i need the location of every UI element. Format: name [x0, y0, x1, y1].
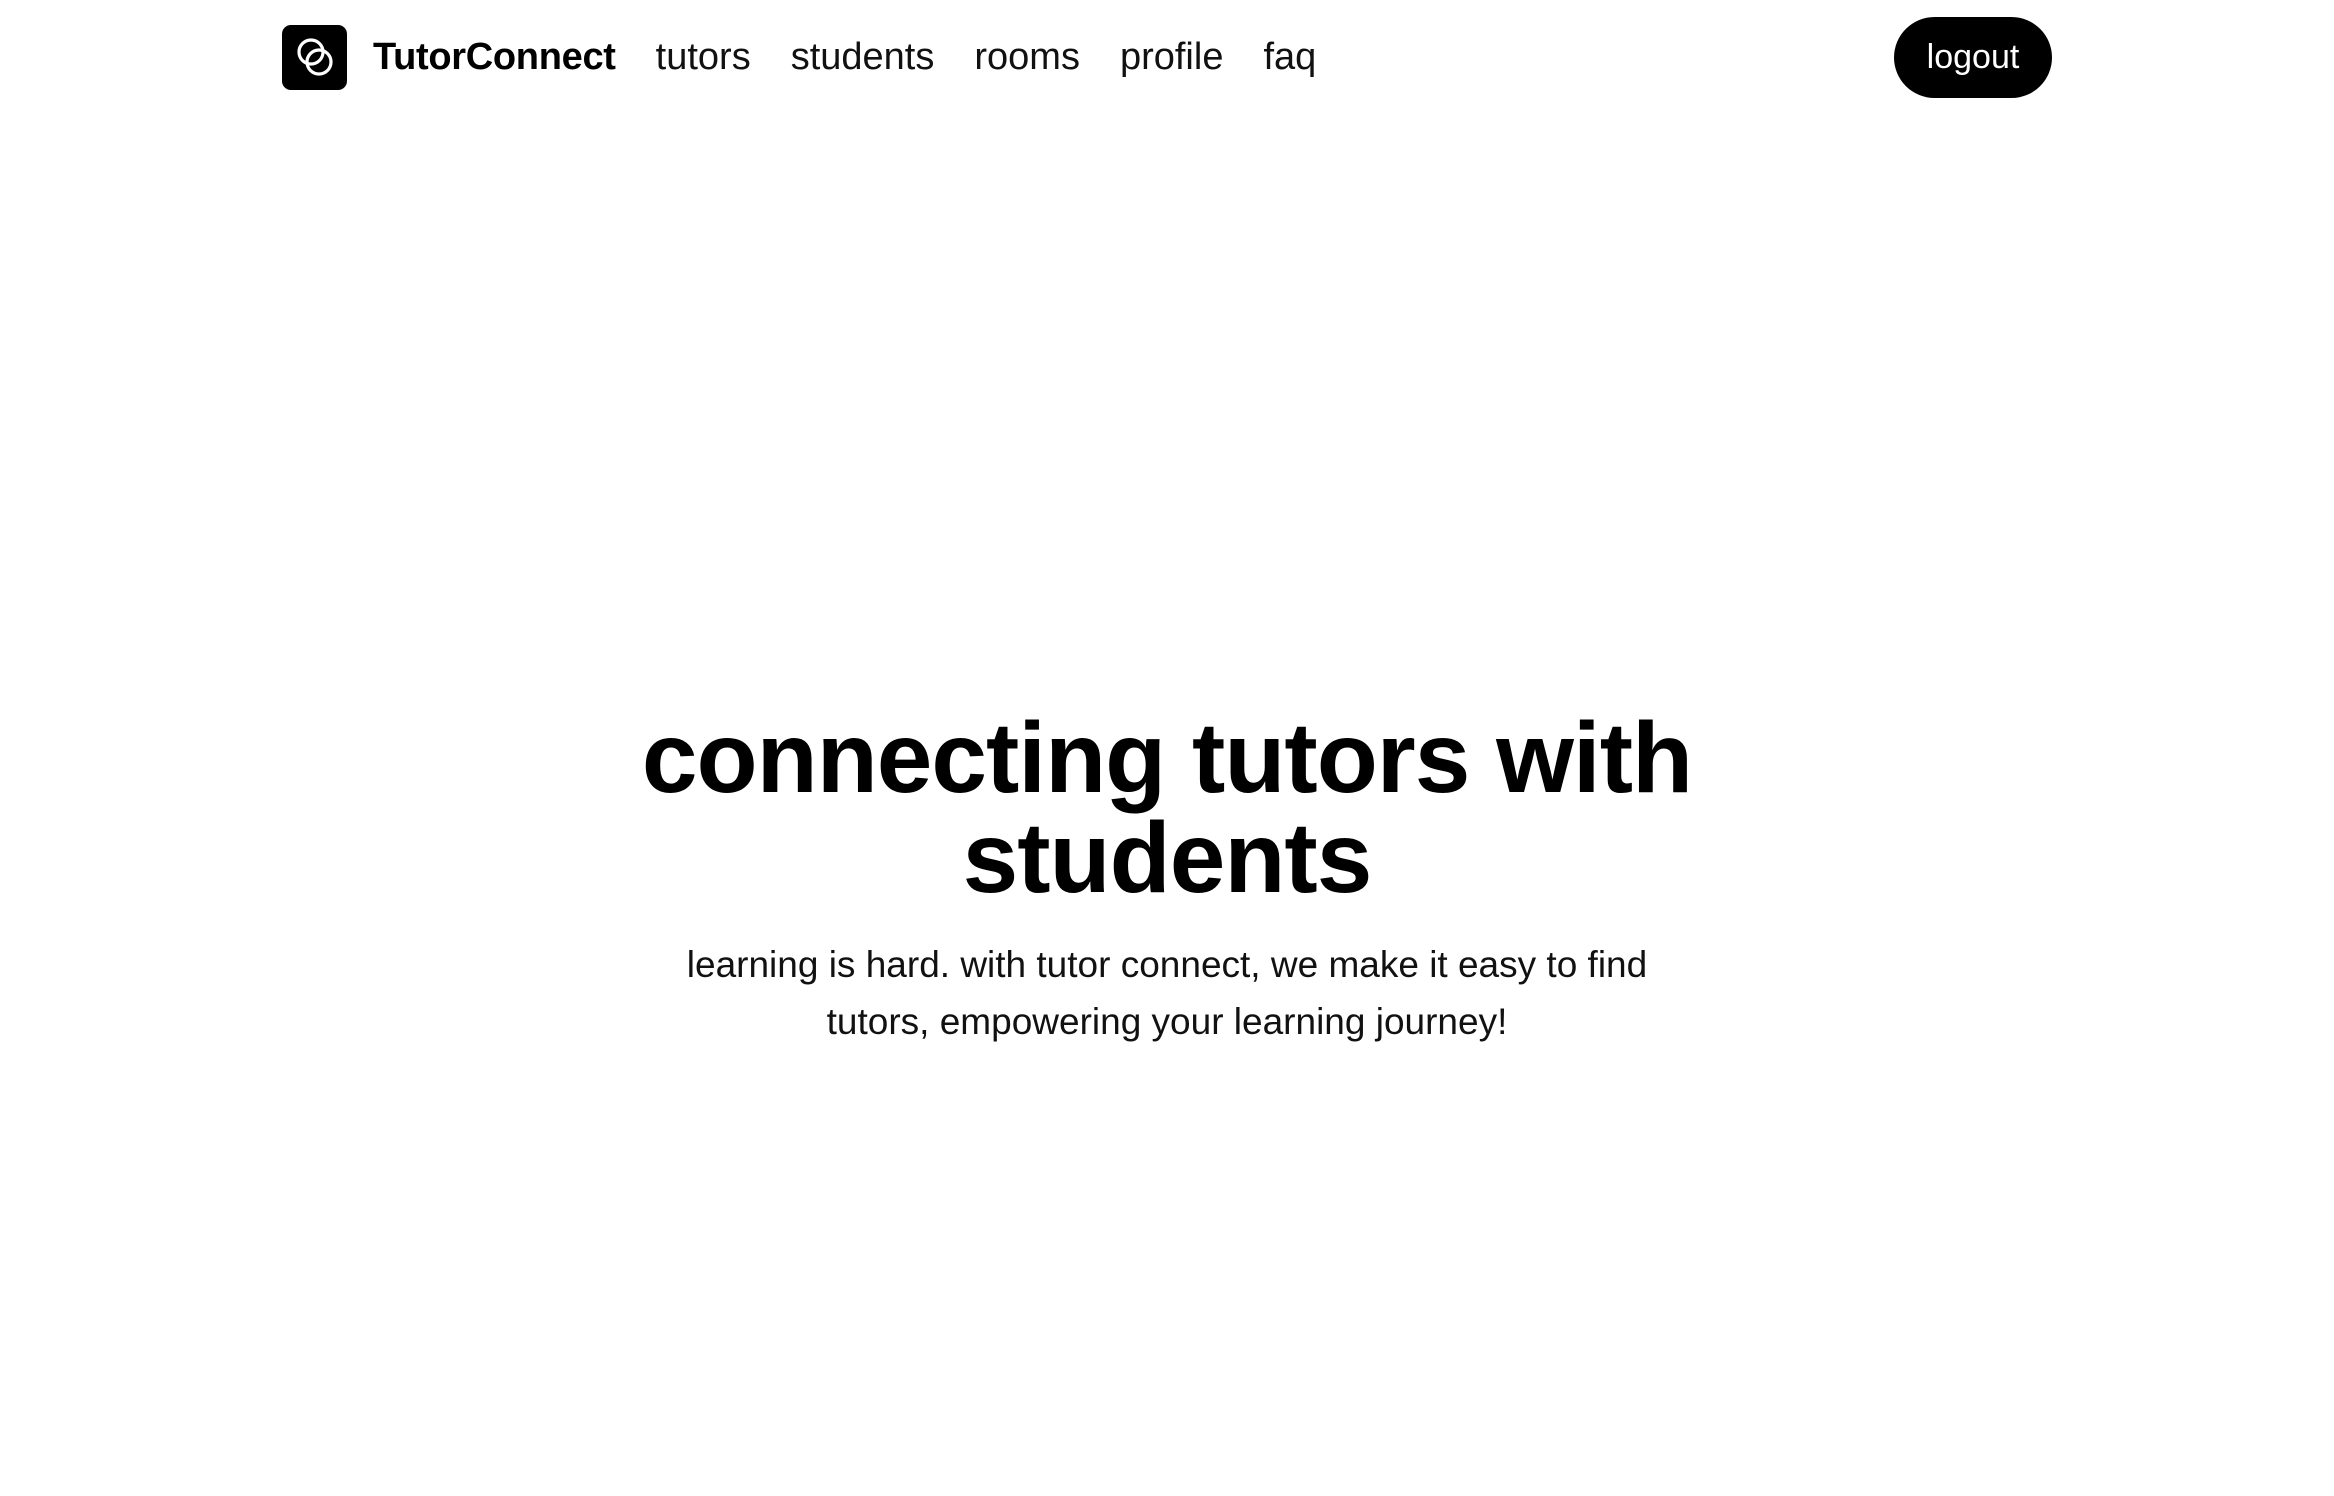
hero-section: connecting tutors with students learning… — [0, 708, 2334, 1050]
nav-links: tutors students rooms profile faq — [656, 36, 1357, 79]
brand-name: TutorConnect — [373, 35, 616, 78]
navbar: TutorConnect tutors students rooms profi… — [282, 16, 2052, 98]
interlocked-rings-icon — [282, 24, 347, 90]
brand-link[interactable]: TutorConnect — [282, 24, 616, 90]
hero-subtitle: learning is hard. with tutor connect, we… — [686, 944, 1648, 1042]
nav-link-tutors[interactable]: tutors — [656, 36, 751, 79]
logout-button[interactable]: logout — [1894, 16, 2052, 98]
page: TutorConnect tutors students rooms profi… — [0, 0, 2334, 1496]
hero-title: connecting tutors with students — [641, 702, 1693, 914]
nav-link-rooms[interactable]: rooms — [974, 36, 1080, 79]
nav-link-profile[interactable]: profile — [1120, 36, 1224, 79]
nav-link-faq[interactable]: faq — [1263, 36, 1316, 79]
nav-link-students[interactable]: students — [791, 36, 935, 79]
